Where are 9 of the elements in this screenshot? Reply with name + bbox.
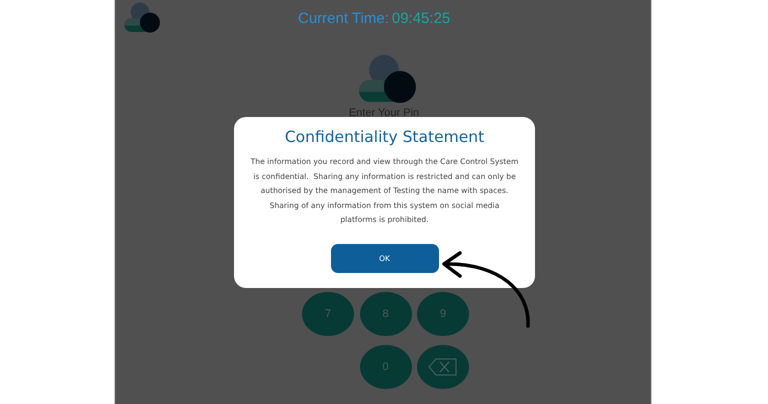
keypad-key[interactable]: 0: [360, 345, 412, 389]
keypad-key[interactable]: 9: [417, 292, 469, 336]
keypad-key[interactable]: 7: [302, 292, 354, 336]
current-time: 09:45:25: [392, 10, 450, 26]
time-label: Current Time:: [298, 10, 389, 26]
keypad-key[interactable]: 8: [360, 292, 412, 336]
backspace-icon: [428, 358, 458, 376]
backspace-key[interactable]: [417, 345, 469, 389]
dialog-title: Confidentiality Statement: [284, 127, 484, 148]
